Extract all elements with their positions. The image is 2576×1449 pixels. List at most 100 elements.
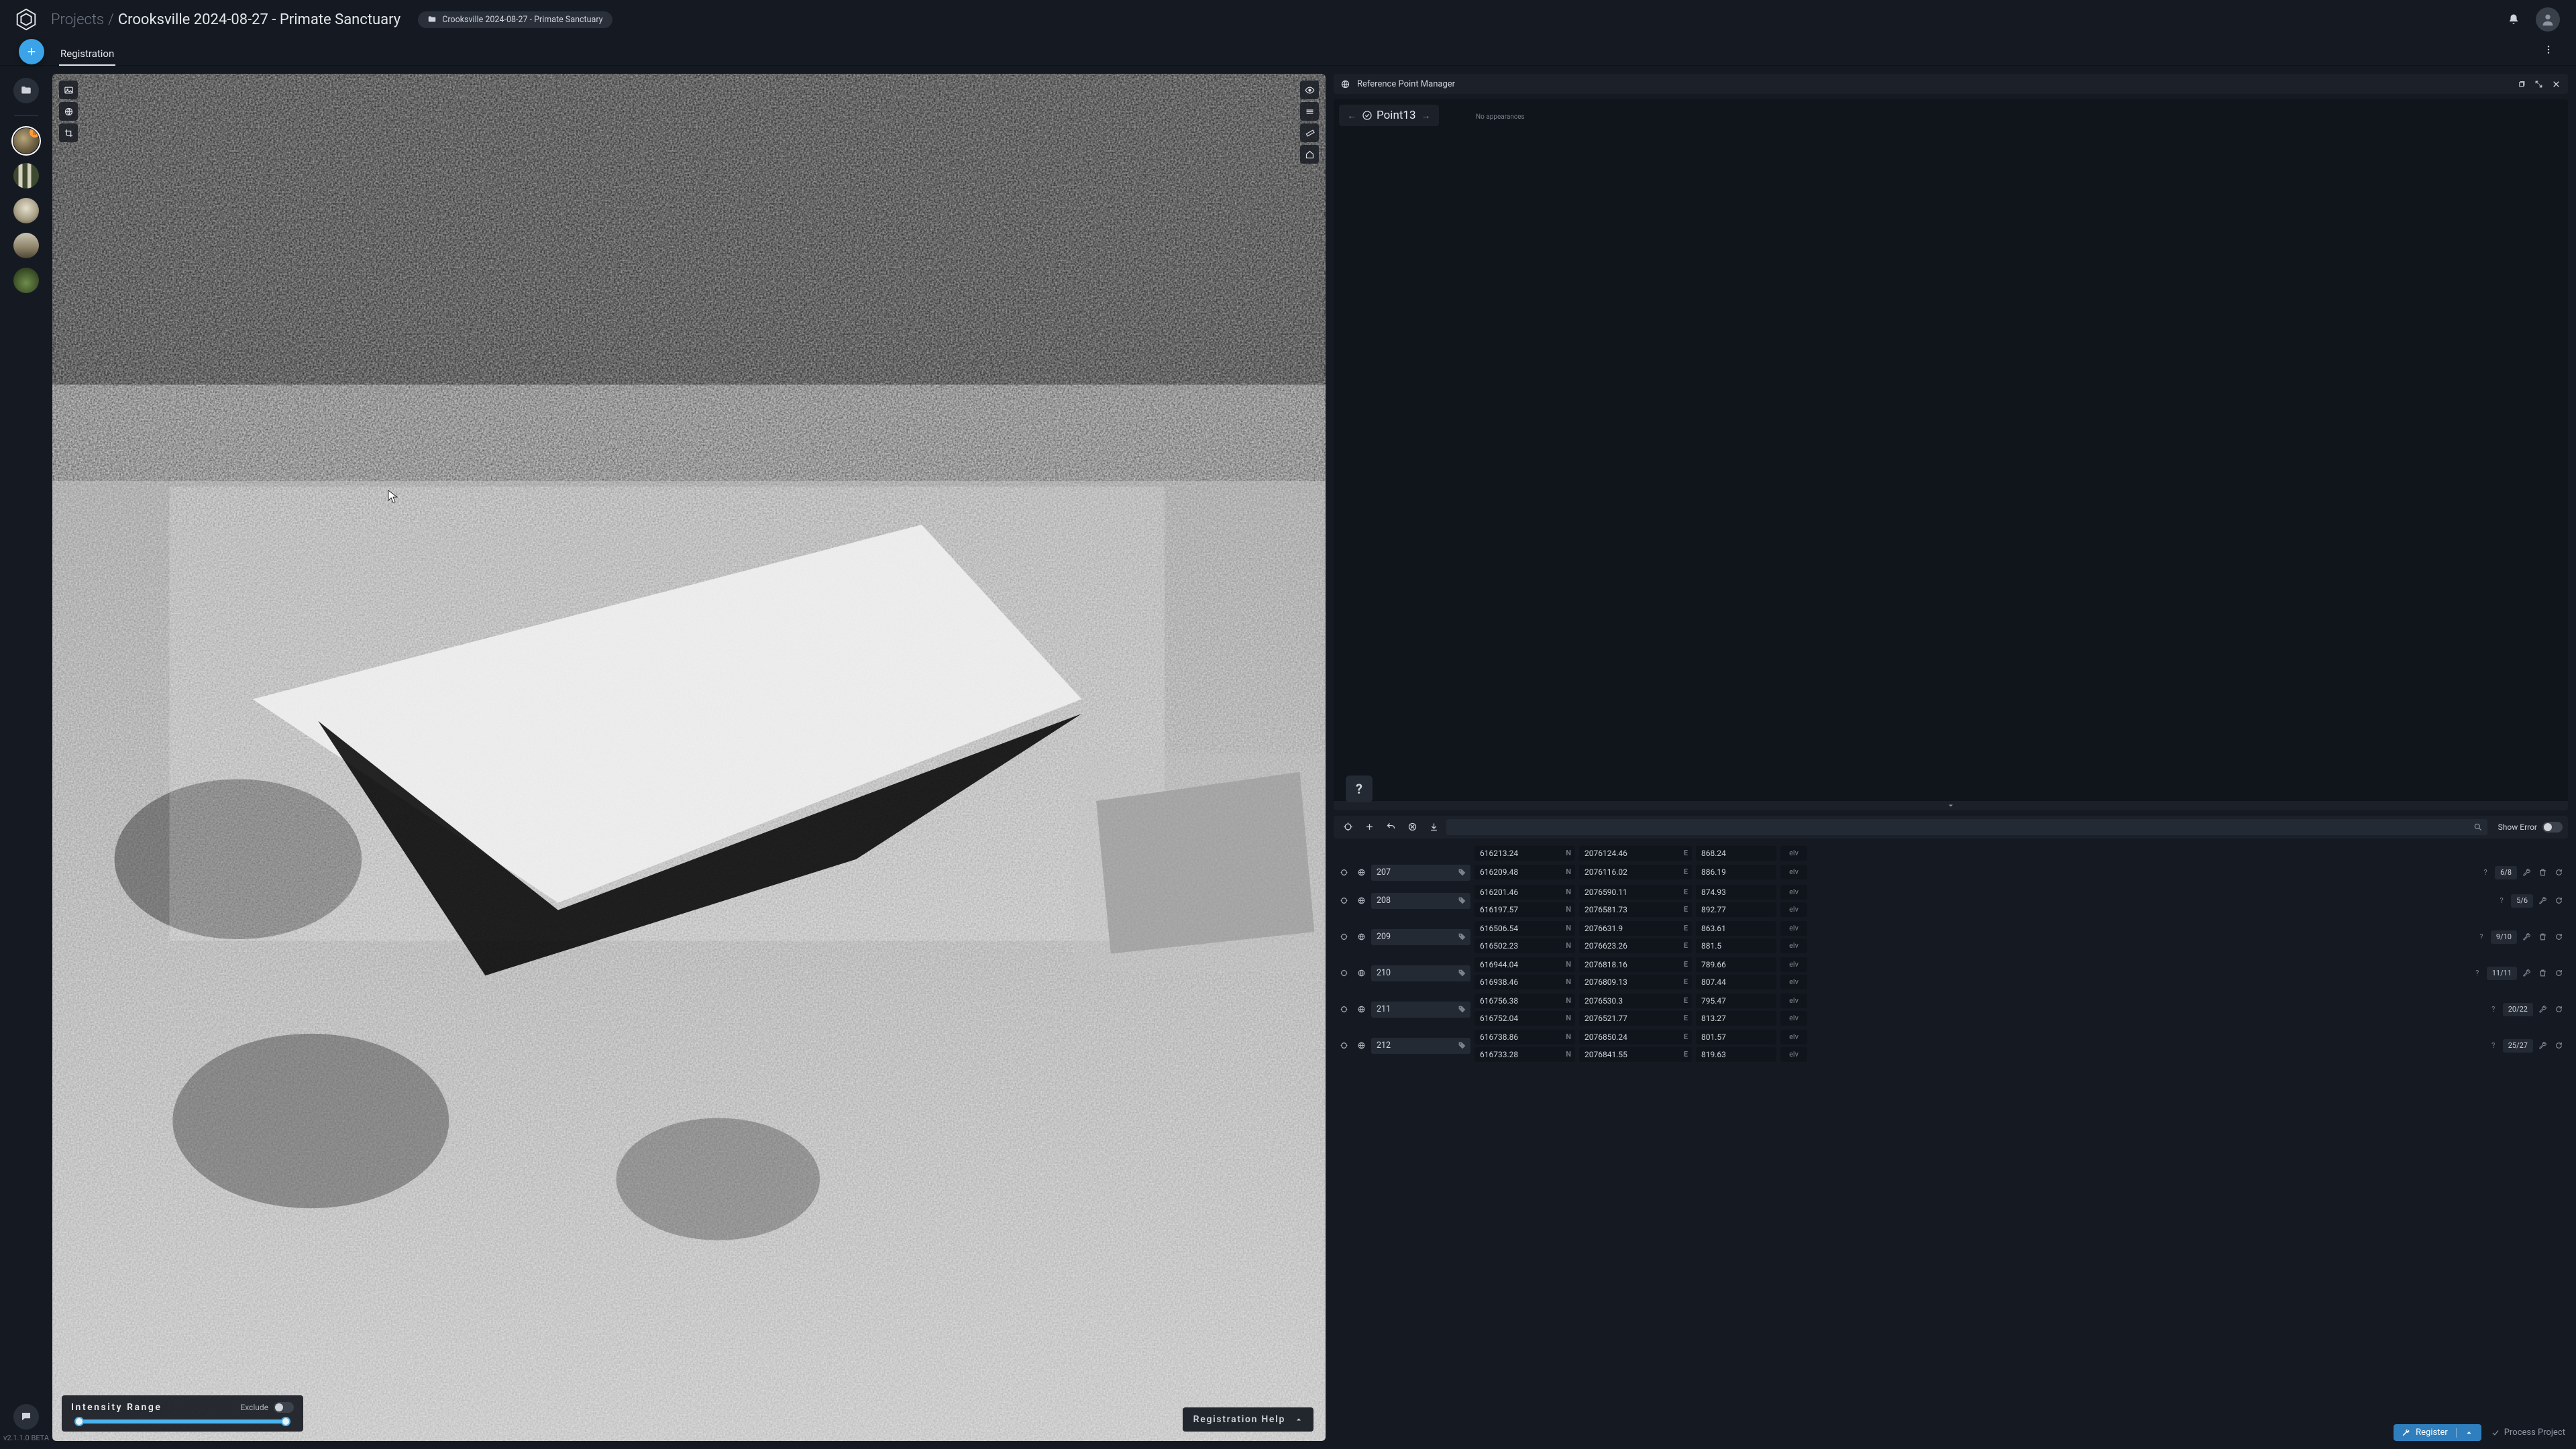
coord-elev[interactable]: 819.63 bbox=[1696, 1047, 1776, 1062]
row-edit-button[interactable] bbox=[2520, 930, 2533, 944]
vp-globe-tool[interactable] bbox=[59, 102, 78, 121]
row-globe-button[interactable] bbox=[1354, 930, 1368, 945]
row-globe-button[interactable] bbox=[1354, 1038, 1368, 1053]
rpm-close[interactable] bbox=[2551, 78, 2561, 89]
coord-elev[interactable]: 807.44 bbox=[1696, 975, 1776, 989]
coord-easting[interactable]: 2076818.16E bbox=[1579, 957, 1692, 972]
row-center-button[interactable] bbox=[1336, 894, 1351, 908]
coord-easting[interactable]: 2076116.02E bbox=[1579, 865, 1692, 879]
row-help-button[interactable]: ? bbox=[2487, 1039, 2500, 1053]
user-avatar[interactable] bbox=[2536, 7, 2560, 32]
coord-easting[interactable]: 2076850.24E bbox=[1579, 1030, 1692, 1044]
pointcloud-viewport[interactable]: Intensity Range Exclude Registration Hel… bbox=[52, 74, 1326, 1441]
row-tag-icon[interactable] bbox=[1458, 896, 1466, 908]
breadcrumb-root[interactable]: Projects bbox=[51, 11, 104, 28]
row-edit-button[interactable] bbox=[2536, 1003, 2549, 1016]
vp-crop-tool[interactable] bbox=[59, 123, 78, 142]
coord-elev[interactable]: 881.5 bbox=[1696, 938, 1776, 953]
row-reset-button[interactable] bbox=[2552, 967, 2565, 980]
row-center-button[interactable] bbox=[1336, 1002, 1351, 1017]
coord-elev[interactable]: 886.19 bbox=[1696, 865, 1776, 879]
intensity-slider[interactable] bbox=[75, 1419, 290, 1424]
coord-northing[interactable]: 616756.38N bbox=[1474, 994, 1575, 1008]
row-reset-button[interactable] bbox=[2552, 894, 2565, 908]
rail-thumb-3[interactable] bbox=[13, 198, 39, 223]
breadcrumb-project[interactable]: Crooksville 2024-08-27 - Primate Sanctua… bbox=[118, 11, 400, 28]
row-globe-button[interactable] bbox=[1354, 894, 1368, 908]
coord-easting[interactable]: 2076590.11E bbox=[1579, 885, 1692, 900]
coord-elev[interactable]: 892.77 bbox=[1696, 902, 1776, 917]
row-delete-button[interactable] bbox=[2536, 930, 2549, 944]
coord-northing[interactable]: 616201.46N bbox=[1474, 885, 1575, 900]
coord-easting[interactable]: 2076581.73E bbox=[1579, 902, 1692, 917]
row-center-button[interactable] bbox=[1336, 1038, 1351, 1053]
coord-northing[interactable]: 616209.48N bbox=[1474, 865, 1575, 879]
coord-elev[interactable]: 874.93 bbox=[1696, 885, 1776, 900]
row-delete-button[interactable] bbox=[2536, 866, 2549, 879]
rpm-prev-point[interactable]: ← bbox=[1347, 110, 1356, 121]
rpm-clear-button[interactable] bbox=[1403, 818, 1421, 836]
exclude-toggle[interactable] bbox=[274, 1402, 294, 1413]
rpm-expand[interactable] bbox=[2533, 78, 2544, 89]
registration-help-button[interactable]: Registration Help bbox=[1183, 1407, 1313, 1432]
vp-layers-tool[interactable] bbox=[1300, 102, 1319, 121]
row-help-button[interactable]: ? bbox=[2471, 967, 2484, 980]
row-center-button[interactable] bbox=[1336, 930, 1351, 945]
row-reset-button[interactable] bbox=[2552, 930, 2565, 944]
row-globe-button[interactable] bbox=[1354, 865, 1368, 880]
coord-easting[interactable]: 2076521.77E bbox=[1579, 1011, 1692, 1026]
rpm-search-input[interactable] bbox=[1446, 819, 2487, 835]
coord-easting[interactable]: 2076623.26E bbox=[1579, 938, 1692, 953]
process-project-button[interactable]: Process Project bbox=[2491, 1428, 2565, 1438]
coord-easting[interactable]: 2076841.55E bbox=[1579, 1047, 1692, 1062]
rail-thumb-2[interactable] bbox=[13, 163, 39, 189]
row-help-button[interactable]: ? bbox=[2475, 930, 2488, 944]
rpm-add-button[interactable] bbox=[1360, 818, 1378, 836]
row-tag-icon[interactable] bbox=[1458, 932, 1466, 944]
coord-elev[interactable]: 813.27 bbox=[1696, 1011, 1776, 1026]
point-id-chip[interactable]: 210 bbox=[1371, 965, 1470, 981]
rpm-window-restore[interactable] bbox=[2516, 78, 2526, 89]
coord-northing[interactable]: 616733.28N bbox=[1474, 1047, 1575, 1062]
coord-elev[interactable]: 789.66 bbox=[1696, 957, 1776, 972]
slider-thumb-min[interactable] bbox=[74, 1417, 84, 1426]
rpm-collapse-handle[interactable] bbox=[1334, 801, 2568, 810]
coord-northing[interactable]: 616938.46N bbox=[1474, 975, 1575, 989]
row-tag-icon[interactable] bbox=[1458, 1005, 1466, 1016]
register-button[interactable]: Register bbox=[2394, 1424, 2481, 1441]
row-edit-button[interactable] bbox=[2536, 1039, 2549, 1053]
coord-elev[interactable]: 863.61 bbox=[1696, 921, 1776, 936]
rail-chat-button[interactable] bbox=[13, 1404, 39, 1430]
row-help-button[interactable]: ? bbox=[2487, 1003, 2500, 1016]
row-reset-button[interactable] bbox=[2552, 866, 2565, 879]
row-tag-icon[interactable] bbox=[1458, 1041, 1466, 1053]
point-id-chip[interactable]: 212 bbox=[1371, 1038, 1470, 1054]
coord-northing[interactable]: 616197.57N bbox=[1474, 902, 1575, 917]
row-edit-button[interactable] bbox=[2536, 894, 2549, 908]
vp-home-tool[interactable] bbox=[1300, 145, 1319, 164]
rpm-next-point[interactable]: → bbox=[1421, 110, 1431, 121]
point-id-chip[interactable]: 211 bbox=[1371, 1002, 1470, 1018]
app-logo[interactable] bbox=[12, 5, 40, 34]
vp-image-tool[interactable] bbox=[59, 80, 78, 99]
rpm-target-button[interactable] bbox=[1339, 818, 1356, 836]
coord-elev[interactable]: 795.47 bbox=[1696, 994, 1776, 1008]
row-tag-icon[interactable] bbox=[1458, 969, 1466, 980]
row-reset-button[interactable] bbox=[2552, 1003, 2565, 1016]
row-globe-button[interactable] bbox=[1354, 966, 1368, 981]
coord-northing[interactable]: 616944.04N bbox=[1474, 957, 1575, 972]
coord-northing[interactable]: 616502.23N bbox=[1474, 938, 1575, 953]
tab-registration[interactable]: Registration bbox=[59, 48, 115, 65]
rail-folder-button[interactable] bbox=[13, 78, 39, 103]
coord-easting[interactable]: 2076631.9E bbox=[1579, 921, 1692, 936]
tab-overflow-menu[interactable] bbox=[2537, 38, 2560, 61]
rail-thumb-5[interactable] bbox=[13, 268, 39, 293]
project-folder-chip[interactable]: Crooksville 2024-08-27 - Primate Sanctua… bbox=[418, 11, 612, 28]
slider-thumb-max[interactable] bbox=[281, 1417, 290, 1426]
coord-northing[interactable]: 616506.54N bbox=[1474, 921, 1575, 936]
point-id-chip[interactable]: 208 bbox=[1371, 893, 1470, 909]
coord-elev[interactable]: 801.57 bbox=[1696, 1030, 1776, 1044]
row-tag-icon[interactable] bbox=[1458, 868, 1466, 879]
row-center-button[interactable] bbox=[1336, 966, 1351, 981]
row-edit-button[interactable] bbox=[2520, 866, 2533, 879]
